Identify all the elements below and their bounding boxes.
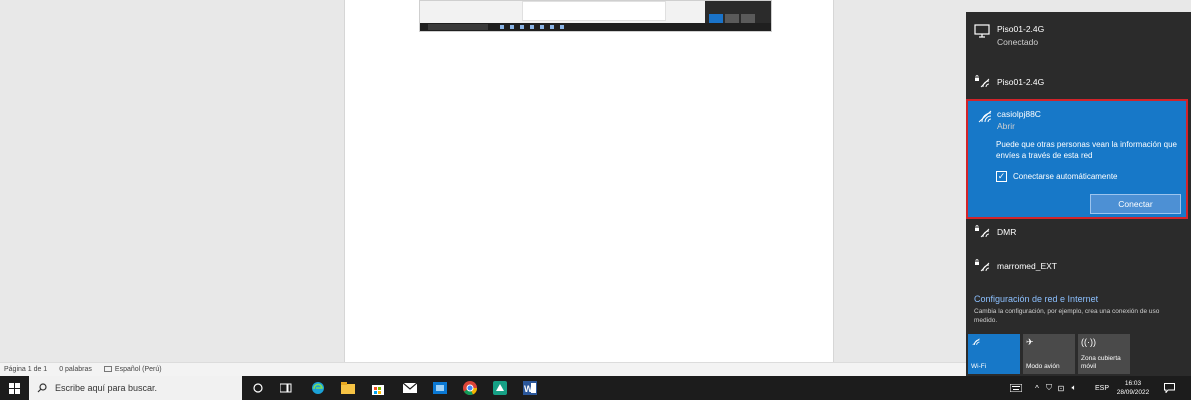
cortana-icon[interactable]: [250, 380, 266, 396]
store-icon[interactable]: [370, 380, 386, 396]
wifi-secured-icon: [974, 258, 990, 272]
monitor-network-icon: [974, 24, 990, 38]
keyboard-icon[interactable]: [1008, 376, 1024, 400]
network-item-connected[interactable]: Piso01-2.4G Conectado: [966, 22, 1191, 52]
file-explorer-icon[interactable]: [340, 380, 356, 396]
network-status: Conectado: [997, 37, 1039, 47]
word-status-bar: Página 1 de 1 0 palabras Español (Perú): [0, 362, 966, 376]
word-count[interactable]: 0 palabras: [59, 366, 92, 373]
security-warning: Puede que otras personas vean la informa…: [996, 140, 1178, 160]
network-item[interactable]: DMR: [966, 222, 1191, 246]
network-icon[interactable]: ⊡: [1056, 376, 1066, 400]
wifi-secured-icon: [974, 74, 990, 88]
connect-button[interactable]: Conectar: [1090, 194, 1181, 214]
auto-connect-label: Conectarse automáticamente: [1013, 172, 1118, 181]
airplane-icon: ✈: [1026, 337, 1034, 347]
network-name: casiolpj88C: [997, 109, 1041, 119]
network-settings-link[interactable]: Configuración de red e Internet: [974, 294, 1098, 304]
page-count[interactable]: Página 1 de 1: [4, 366, 47, 373]
taskbar-search-box[interactable]: Escribe aquí para buscar.: [29, 376, 242, 400]
quick-tile-hotspot[interactable]: ((·)) Zona cubierta móvil: [1078, 334, 1130, 374]
proofing-icon: [103, 366, 112, 373]
quick-tile-airplane[interactable]: ✈ Modo avión: [1023, 334, 1075, 374]
input-language-indicator[interactable]: ESP: [1094, 376, 1110, 400]
checkmark-icon[interactable]: ✓: [996, 171, 1007, 182]
edge-icon[interactable]: [310, 380, 326, 396]
notifications-icon[interactable]: [1162, 376, 1176, 400]
wifi-icon: [971, 337, 1017, 351]
network-item[interactable]: marromed_EXT: [966, 256, 1191, 280]
language-indicator[interactable]: Español (Perú): [103, 366, 162, 373]
photos-icon[interactable]: [432, 380, 448, 396]
network-name: marromed_EXT: [997, 261, 1057, 271]
start-button[interactable]: [0, 376, 28, 400]
app-icon[interactable]: [492, 380, 508, 396]
document-page[interactable]: [344, 0, 834, 362]
search-icon: [37, 383, 47, 393]
network-status: Abrir: [997, 121, 1015, 131]
word-icon[interactable]: W: [522, 380, 538, 396]
chrome-icon[interactable]: [462, 380, 478, 396]
network-settings-description: Cambia la configuración, por ejemplo, cr…: [974, 308, 1160, 324]
search-placeholder: Escribe aquí para buscar.: [55, 383, 158, 393]
security-icon[interactable]: ⛉: [1044, 376, 1054, 400]
network-item[interactable]: Piso01-2.4G: [966, 72, 1191, 96]
wifi-secured-icon: [974, 224, 990, 238]
wifi-open-icon: [976, 109, 992, 123]
task-view-icon[interactable]: [278, 380, 294, 396]
chevron-up-icon[interactable]: ^: [1032, 376, 1042, 400]
pasted-screenshot-image: [419, 0, 772, 32]
network-name: Piso01-2.4G: [997, 77, 1045, 87]
clock-date: 28/09/2022: [1116, 389, 1150, 396]
mail-icon[interactable]: [402, 380, 418, 396]
network-flyout: Piso01-2.4G Conectado Piso01-2.4G casiol…: [966, 12, 1191, 376]
quick-tile-wifi[interactable]: Wi-Fi: [968, 334, 1020, 374]
windows-logo-icon: [8, 382, 20, 394]
network-name: DMR: [997, 227, 1017, 237]
selected-network-panel[interactable]: casiolpj88C Abrir Puede que otras person…: [966, 99, 1188, 219]
windows-taskbar: Escribe aquí para buscar. W ^ ⛉ ⊡ 🔈︎ ESP…: [0, 376, 1191, 400]
volume-icon[interactable]: 🔈︎: [1068, 376, 1080, 400]
svg-text:W: W: [524, 384, 533, 394]
hotspot-icon: ((·)): [1081, 337, 1096, 347]
auto-connect-checkbox[interactable]: ✓ Conectarse automáticamente: [996, 171, 1118, 182]
network-name: Piso01-2.4G: [997, 24, 1045, 34]
clock-time: 16:03: [1124, 380, 1142, 387]
taskbar-clock[interactable]: 16:03 28/09/2022: [1113, 379, 1153, 397]
